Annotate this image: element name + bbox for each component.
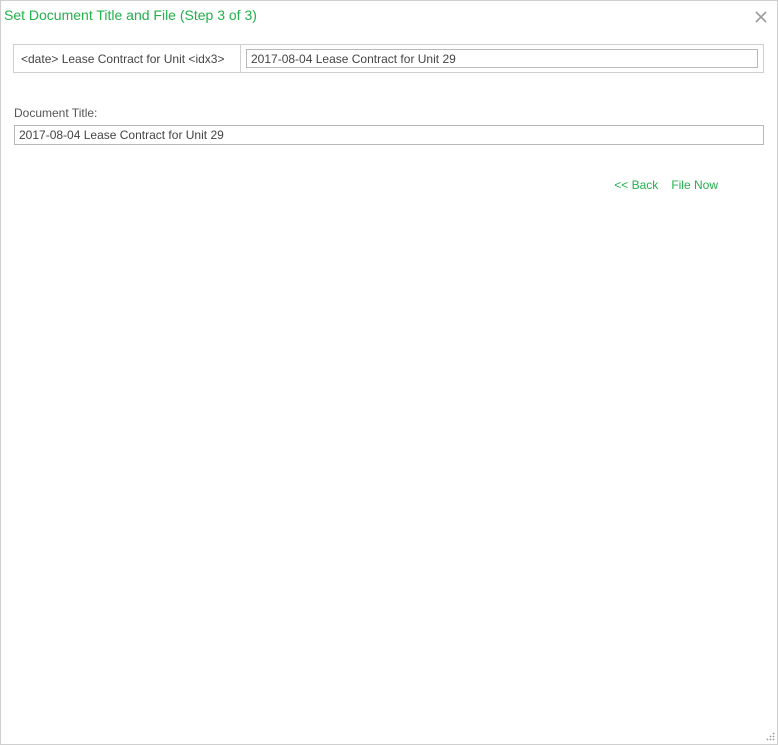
close-button[interactable] xyxy=(754,10,768,24)
file-now-link[interactable]: File Now xyxy=(671,178,718,192)
set-document-title-dialog: Set Document Title and File (Step 3 of 3… xyxy=(0,0,778,745)
title-mapping-row: <date> Lease Contract for Unit <idx3> xyxy=(13,44,764,73)
document-title-label: Document Title: xyxy=(14,106,98,120)
title-result-cell xyxy=(241,45,763,72)
close-icon xyxy=(755,11,767,23)
title-result-input[interactable] xyxy=(246,49,758,68)
dialog-title: Set Document Title and File (Step 3 of 3… xyxy=(4,7,257,23)
resize-grip-icon[interactable] xyxy=(765,732,775,742)
back-link[interactable]: << Back xyxy=(614,178,658,192)
document-title-input[interactable] xyxy=(14,125,764,145)
dialog-actions: << Back File Now xyxy=(614,178,718,192)
title-pattern-label: <date> Lease Contract for Unit <idx3> xyxy=(14,45,241,72)
